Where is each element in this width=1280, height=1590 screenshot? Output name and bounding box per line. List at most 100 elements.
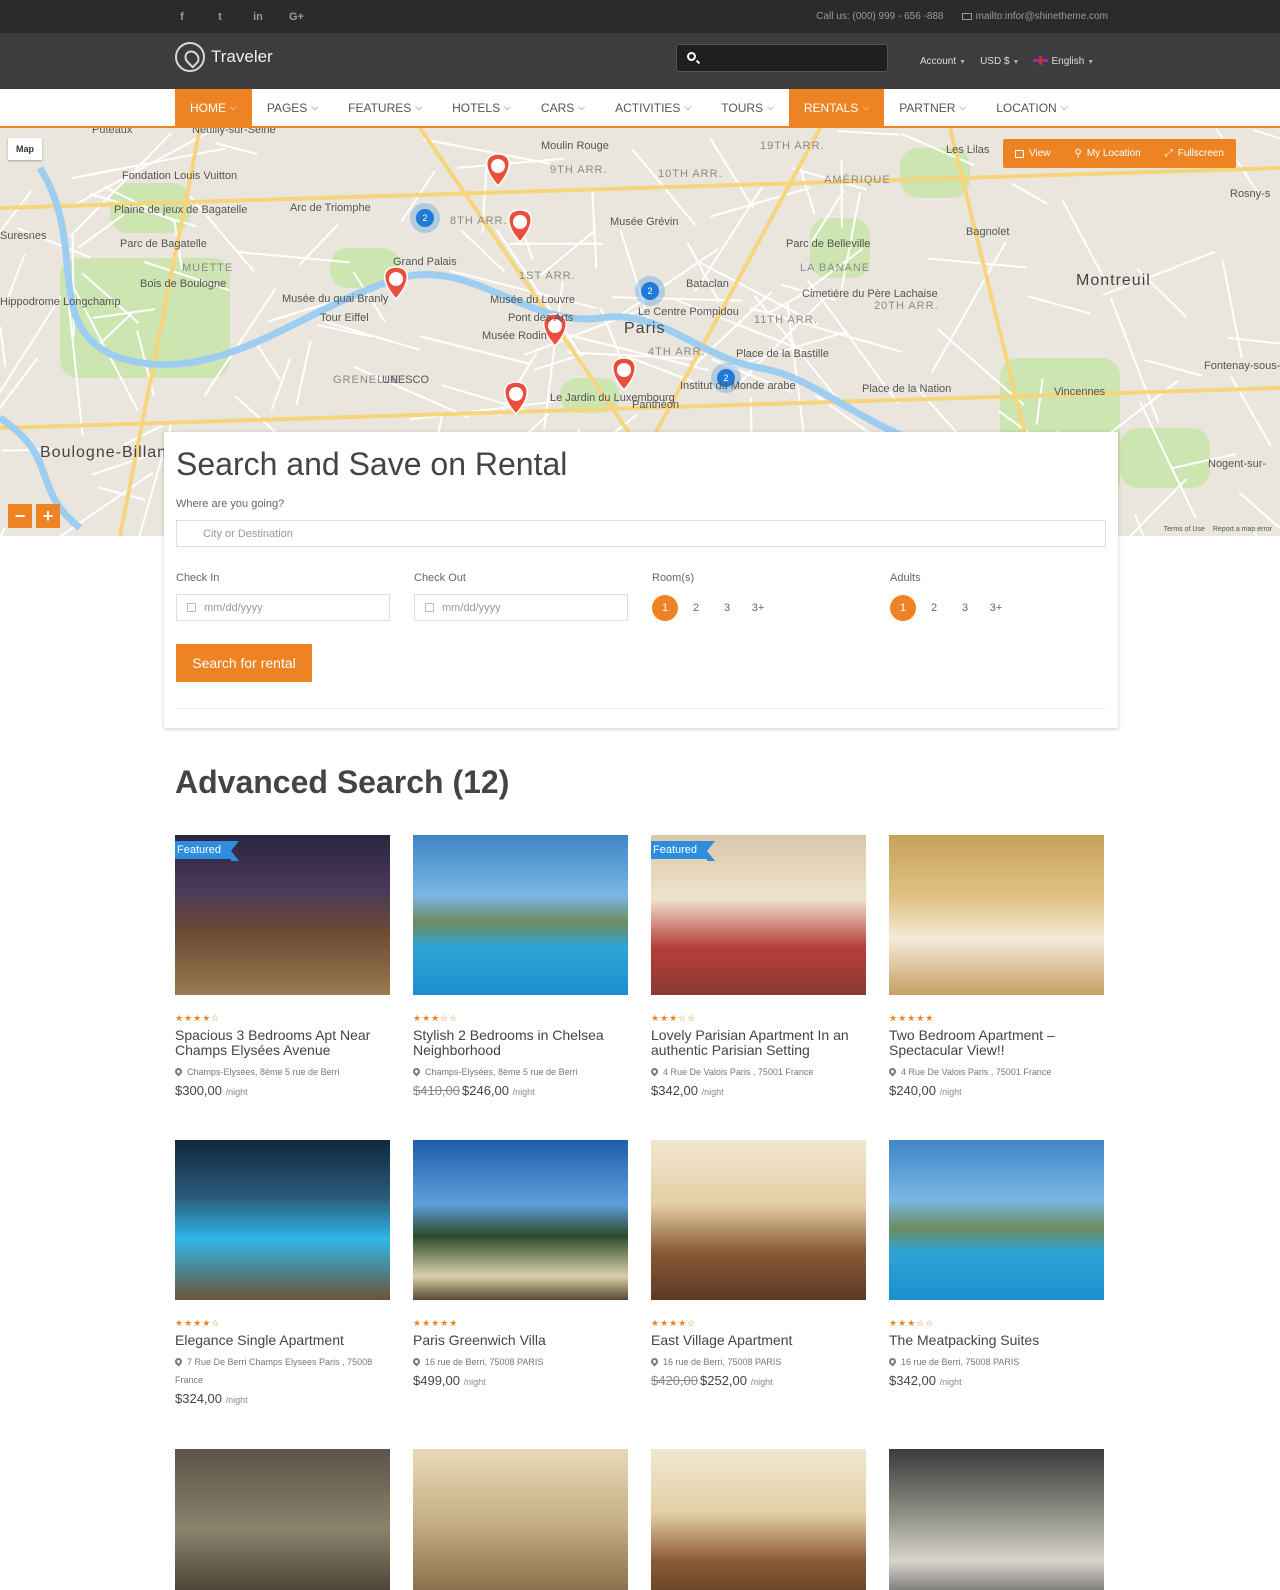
adults-option[interactable]: 2: [921, 595, 947, 621]
search-rental-button[interactable]: Search for rental: [176, 644, 312, 682]
rental-photo[interactable]: [413, 1140, 628, 1300]
rental-title[interactable]: Lovely Parisian Apartment In an authenti…: [651, 1028, 866, 1058]
rental-title[interactable]: Elegance Single Apartment: [175, 1333, 390, 1348]
header-search-input[interactable]: [703, 45, 883, 71]
nav-item-location[interactable]: LOCATION ⌵: [981, 89, 1082, 126]
chevron-down-icon: ⌵: [1060, 102, 1068, 112]
zoom-in-button[interactable]: +: [36, 504, 60, 528]
map-footer: Terms of Use Report a map error: [1164, 526, 1272, 533]
nav-item-label: TOURS: [721, 100, 764, 115]
map-type-button[interactable]: Map: [8, 138, 42, 160]
map-place-label: Le Centre Pompidou: [638, 306, 739, 318]
rooms-option[interactable]: 3+: [745, 595, 771, 621]
facebook-icon[interactable]: f: [175, 11, 189, 23]
fullscreen-button[interactable]: ⤢ Fullscreen: [1153, 139, 1236, 168]
adults-option[interactable]: 3+: [983, 595, 1009, 621]
rental-photo[interactable]: Featured: [175, 835, 390, 995]
rooms-option[interactable]: 2: [683, 595, 709, 621]
header-search[interactable]: [676, 44, 888, 72]
destination-input[interactable]: City or Destination: [176, 520, 1106, 547]
result-card[interactable]: [413, 1449, 628, 1590]
rental-photo[interactable]: [889, 1140, 1104, 1300]
map-place-label: Pont des Arts: [508, 312, 574, 324]
map-street: [71, 232, 75, 337]
currency-dropdown[interactable]: USD $ ▼: [980, 56, 1019, 67]
per-night-label: /night: [750, 1377, 773, 1387]
chevron-down-icon: ⌵: [311, 102, 319, 112]
map-place-label: 9TH ARR.: [550, 164, 608, 176]
result-card[interactable]: ★★★★★ Two Bedroom Apartment – Spectacular…: [887, 835, 1104, 1098]
rooms-option[interactable]: 3: [714, 595, 740, 621]
twitter-icon[interactable]: t: [213, 11, 227, 23]
nav-item-hotels[interactable]: HOTELS ⌵: [437, 89, 526, 126]
address-text: Champs-Elysées, 8ème 5 rue de Berri: [187, 1067, 340, 1077]
map-street: [0, 526, 6, 536]
map-terms-link[interactable]: Terms of Use: [1164, 526, 1205, 533]
nav-item-features[interactable]: FEATURES ⌵: [333, 89, 437, 126]
rental-photo[interactable]: [175, 1449, 390, 1590]
result-card[interactable]: ★★★☆☆ The Meatpacking Suites 16 rue de Ber…: [887, 1140, 1104, 1388]
email-link[interactable]: mailto:infor@shinetheme.com: [961, 11, 1108, 22]
result-card[interactable]: Featured ★★★★☆ Spacious 3 Bedrooms Apt Nea…: [173, 835, 390, 1098]
result-card[interactable]: ★★★☆☆ Stylish 2 Bedrooms in Chelsea Neigh…: [411, 835, 628, 1098]
rental-photo[interactable]: [889, 835, 1104, 995]
rental-price: $420,00 $252,00 /night: [651, 1373, 866, 1388]
account-dropdown[interactable]: Account ▼: [920, 56, 966, 67]
adults-option[interactable]: 3: [952, 595, 978, 621]
rental-photo[interactable]: [651, 1140, 866, 1300]
checkout-input[interactable]: mm/dd/yyyy: [414, 594, 628, 621]
rental-address: 16 rue de Berri, 75008 PARIS: [649, 1353, 866, 1371]
map-street: [77, 213, 125, 249]
rental-photo[interactable]: Featured: [651, 835, 866, 995]
map-street: [0, 295, 62, 394]
rooms-label: Room(s): [652, 572, 695, 584]
result-card[interactable]: ★★★★☆ Elegance Single Apartment 7 Rue De B…: [173, 1140, 390, 1406]
linkedin-icon[interactable]: in: [251, 11, 265, 23]
adults-option[interactable]: 1: [890, 595, 916, 621]
map-place-label: AMÉRIQUE: [824, 174, 891, 186]
map-place-label: 19TH ARR.: [760, 140, 825, 152]
rental-title[interactable]: East Village Apartment: [651, 1333, 866, 1348]
result-card[interactable]: [651, 1449, 866, 1590]
nav-item-home[interactable]: HOME ⌵: [175, 89, 252, 126]
star-rating: ★★★★★: [413, 1318, 459, 1328]
nav-item-tours[interactable]: TOURS ⌵: [706, 89, 789, 126]
nav-item-label: CARS: [540, 100, 575, 115]
result-card[interactable]: Featured ★★★☆☆ Lovely Parisian Apartment I…: [649, 835, 866, 1098]
rental-title[interactable]: Stylish 2 Bedrooms in Chelsea Neighborho…: [413, 1028, 628, 1058]
rental-title[interactable]: Spacious 3 Bedrooms Apt Near Champs Elys…: [175, 1028, 390, 1058]
star-rating: ★★★★☆: [651, 1318, 697, 1328]
my-location-button[interactable]: ⚲ My Location: [1063, 139, 1153, 168]
zoom-out-button[interactable]: −: [8, 504, 32, 528]
result-card[interactable]: ★★★★★ Paris Greenwich Villa 16 rue de Berr…: [411, 1140, 628, 1388]
result-card[interactable]: [889, 1449, 1104, 1590]
rental-photo[interactable]: [651, 1449, 866, 1590]
rooms-option[interactable]: 1: [652, 595, 678, 621]
result-card[interactable]: ★★★★☆ East Village Apartment 16 rue de Ber…: [649, 1140, 866, 1388]
rental-title[interactable]: Two Bedroom Apartment – Spectacular View…: [889, 1028, 1104, 1058]
nav-item-cars[interactable]: CARS ⌵: [526, 89, 600, 126]
language-dropdown[interactable]: English ▼: [1033, 56, 1094, 67]
nav-item-label: PAGES: [266, 100, 308, 115]
star-rating: ★★★★☆: [175, 1318, 221, 1328]
checkin-input[interactable]: mm/dd/yyyy: [176, 594, 390, 621]
nav-item-rentals[interactable]: RENTALS ⌵: [788, 89, 885, 126]
chevron-down-icon: ▼: [1087, 58, 1095, 66]
nav-item-pages[interactable]: PAGES ⌵: [252, 89, 333, 126]
rental-title[interactable]: The Meatpacking Suites: [889, 1333, 1104, 1348]
chevron-down-icon: ⌵: [504, 102, 511, 112]
rental-photo[interactable]: [413, 1449, 628, 1590]
nav-item-partner[interactable]: PARTNER ⌵: [884, 89, 981, 126]
result-card[interactable]: [175, 1449, 390, 1590]
rental-photo[interactable]: [889, 1449, 1104, 1590]
rental-photo[interactable]: [413, 835, 628, 995]
map-report-link[interactable]: Report a map error: [1213, 526, 1272, 533]
google-plus-icon[interactable]: G+: [289, 11, 304, 23]
rental-photo[interactable]: [175, 1140, 390, 1300]
logo[interactable]: Traveler: [175, 42, 273, 72]
rental-title[interactable]: Paris Greenwich Villa: [413, 1333, 628, 1348]
nav-item-activities[interactable]: ACTIVITIES ⌵: [600, 89, 706, 126]
map-place-label: Bataclan: [686, 278, 729, 290]
rental-address: 7 Rue De Berri Champs Elysees Paris , 75…: [173, 1353, 390, 1389]
map-view-button[interactable]: View: [1003, 139, 1063, 168]
